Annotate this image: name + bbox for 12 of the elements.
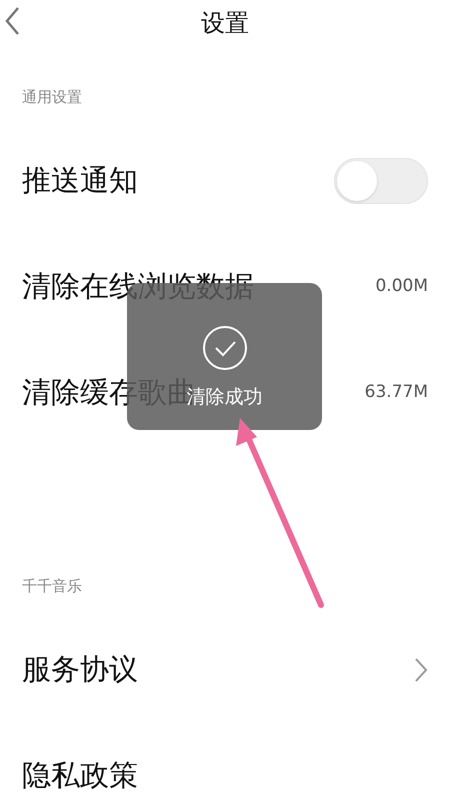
setting-label[interactable]: 隐私政策 [22, 754, 138, 798]
section-label: 通用设置 [22, 88, 82, 106]
section-label: 千千音乐 [22, 577, 82, 595]
setting-label[interactable]: 推送通知 [22, 159, 138, 203]
chevron-right-icon [414, 657, 428, 683]
setting-label[interactable]: 服务协议 [22, 648, 138, 692]
toggle-switch[interactable] [334, 158, 428, 204]
back-icon[interactable] [4, 6, 20, 36]
page-title: 设置 [201, 8, 249, 38]
size-value: 0.00M [375, 275, 428, 298]
check-circle-icon [202, 325, 248, 371]
size-value: 63.77M [364, 381, 428, 404]
